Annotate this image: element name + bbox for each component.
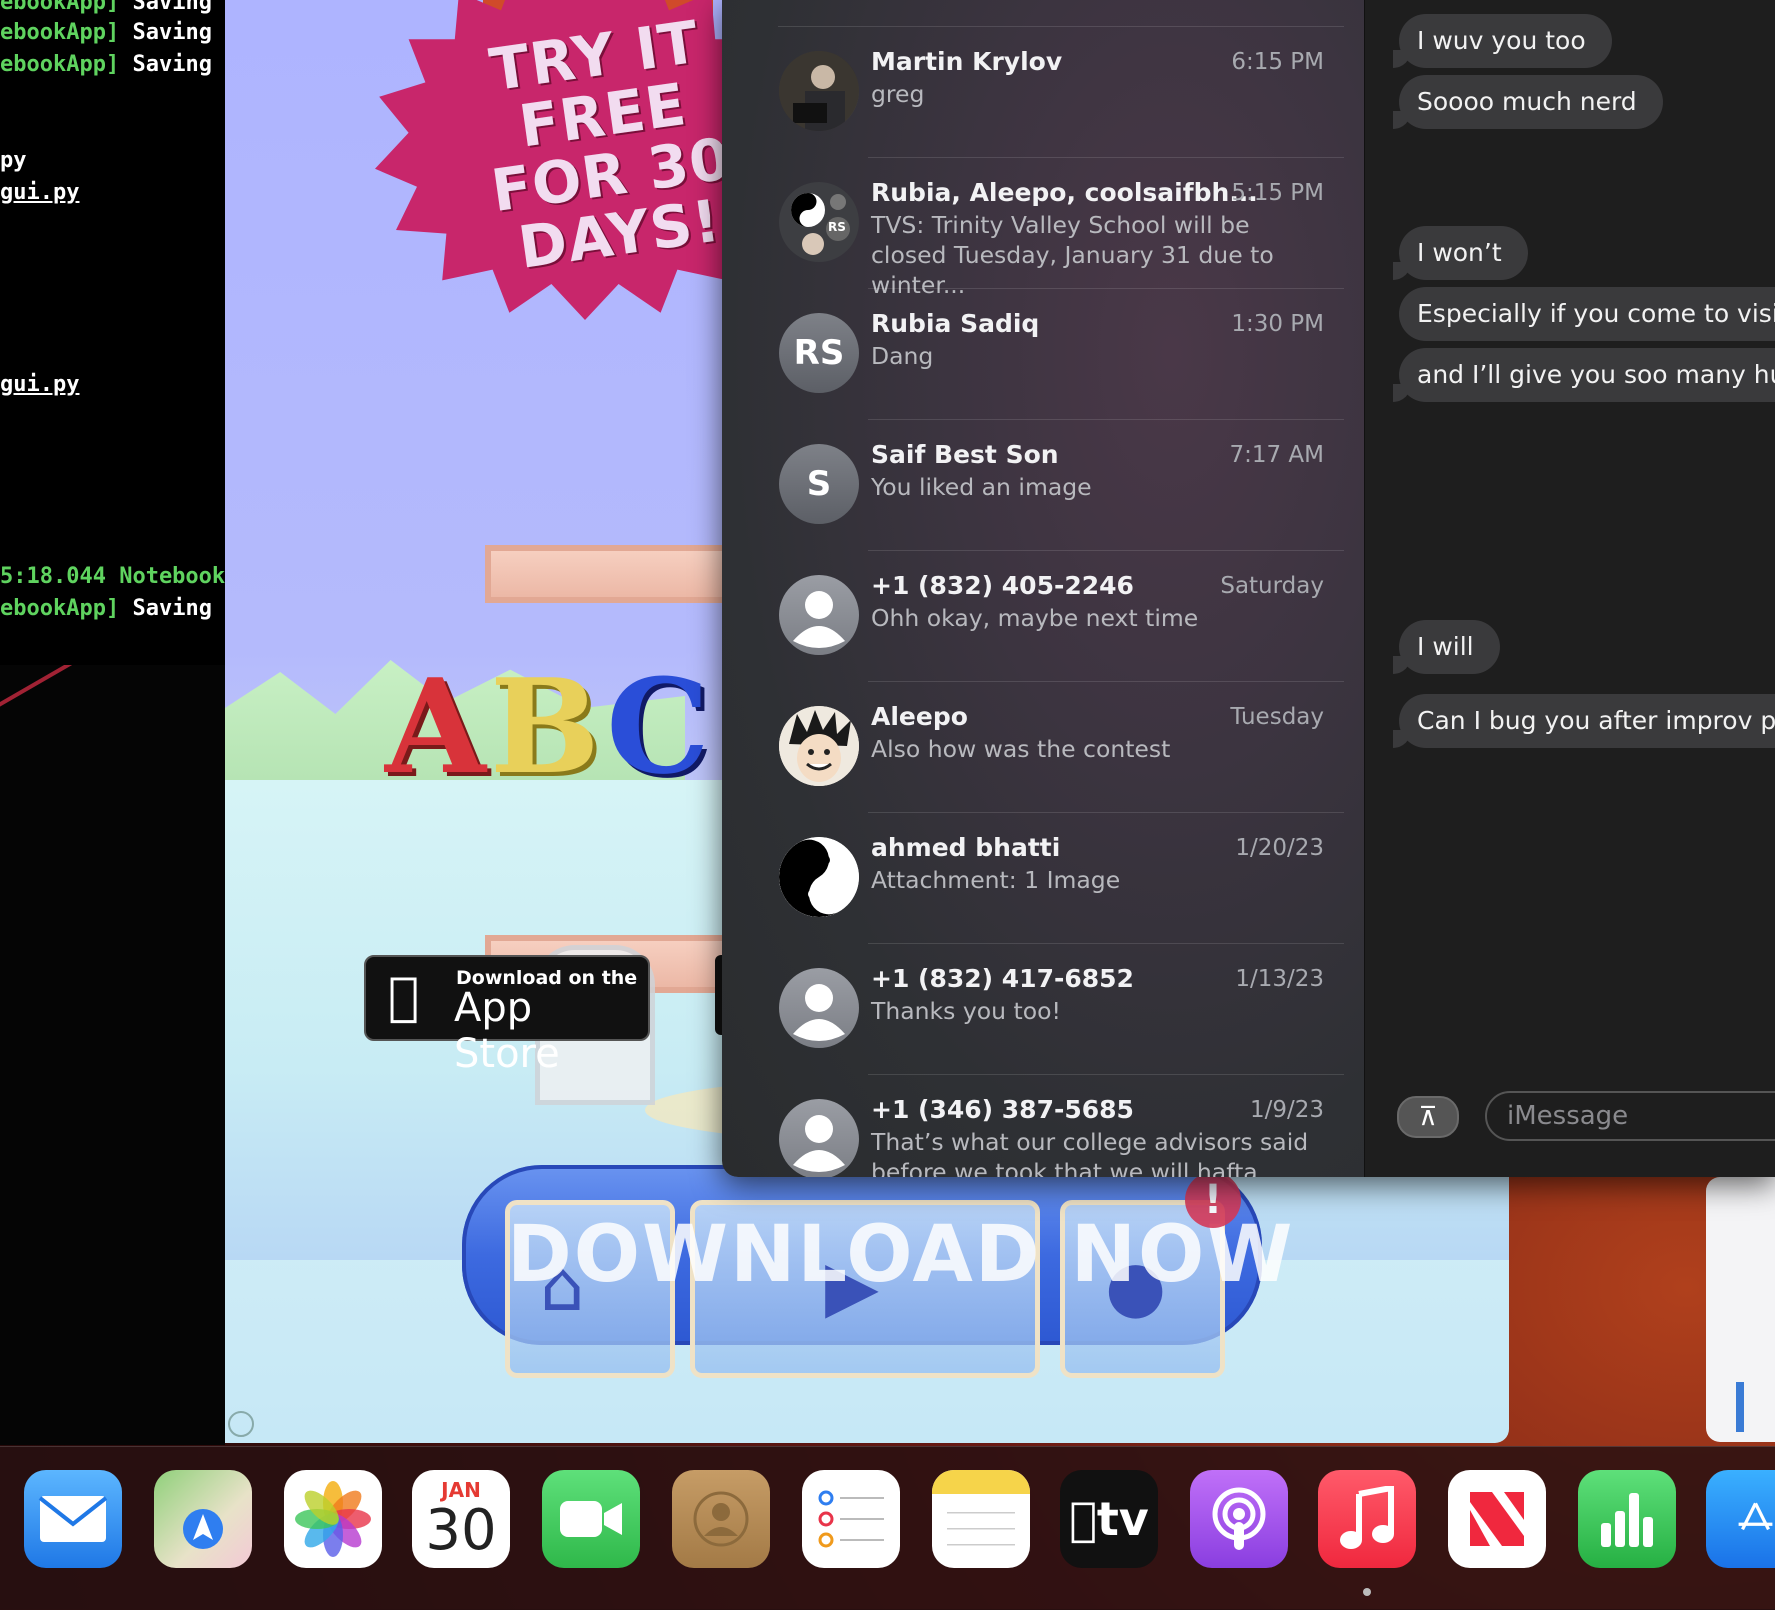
- imessage-input[interactable]: [1485, 1091, 1775, 1141]
- conversation-name: Rubia Sadiq: [871, 309, 1040, 338]
- yin-yang-avatar: [779, 837, 859, 917]
- conversation-time: 5:15 PM: [1231, 180, 1324, 206]
- conversation-item[interactable]: +1 (832) 417-6852 1/13/23 Thanks you too…: [722, 944, 1364, 1075]
- message-bubble[interactable]: and I’ll give you soo many hug: [1392, 348, 1775, 402]
- conversation-preview: You liked an image: [871, 473, 1092, 501]
- conversation-preview: Also how was the contest: [871, 735, 1171, 763]
- messages-window[interactable]: Martin Krylov 6:15 PM greg RS Rubia, Ale…: [722, 0, 1775, 1177]
- numbers-icon[interactable]: [1578, 1470, 1676, 1568]
- message-bubble[interactable]: Especially if you come to visit: [1399, 287, 1775, 341]
- badge-big-text: App Store: [454, 985, 560, 1077]
- conversation-item[interactable]: +1 (346) 387-5685 1/9/23 That’s what our…: [722, 1075, 1364, 1177]
- conversation-name: Saif Best Son: [871, 440, 1059, 469]
- podcasts-icon[interactable]: [1190, 1470, 1288, 1568]
- conversation-preview: Attachment: 1 Image: [871, 866, 1121, 894]
- terminal-line: py: [0, 148, 27, 173]
- conversation-item[interactable]: Aleepo Tuesday Also how was the contest: [722, 682, 1364, 813]
- conversation-name: ahmed bhatti: [871, 833, 1061, 862]
- reminders-icon[interactable]: [802, 1470, 900, 1568]
- terminal-window[interactable]: ebookApp] Saving ebookApp] Saving ebookA…: [0, 0, 225, 665]
- terminal-line: ebookApp] Saving: [0, 52, 212, 77]
- terminal-line: gui.py: [0, 372, 80, 397]
- conversation-preview: greg: [871, 80, 925, 108]
- conversation-time: 7:17 AM: [1229, 442, 1324, 468]
- conversation-item[interactable]: Martin Krylov 6:15 PM greg: [722, 27, 1364, 158]
- conversation-name: Martin Krylov: [871, 47, 1063, 76]
- app-store-icon[interactable]: ⊼: [1397, 1096, 1459, 1138]
- message-bubble[interactable]: I wuv you too: [1393, 14, 1612, 68]
- music-icon[interactable]: [1318, 1470, 1416, 1568]
- app-store-icon[interactable]: [1706, 1470, 1775, 1568]
- conversation-time: Saturday: [1220, 573, 1324, 599]
- mail-icon[interactable]: [24, 1470, 122, 1568]
- conversation-preview: Thanks you too!: [871, 997, 1061, 1025]
- conversation-time: 6:15 PM: [1231, 49, 1324, 75]
- music-running-indicator: [1363, 1588, 1371, 1596]
- conversation-preview: Dang: [871, 342, 934, 370]
- message-bubble[interactable]: I won’t: [1393, 226, 1528, 280]
- app-store-badge[interactable]:  Download on the App Store: [364, 955, 650, 1077]
- tv-icon[interactable]: tv: [1060, 1470, 1158, 1568]
- terminal-line: gui.py: [0, 180, 80, 205]
- tv-label: tv: [1069, 1492, 1149, 1546]
- contact-photo-avatar: [779, 51, 859, 131]
- message-bubble[interactable]: I will: [1393, 620, 1500, 674]
- chat-pane[interactable]: I wuv you too Soooo much nerd I won’t Es…: [1364, 0, 1775, 1177]
- terminal-line: ebookApp] Saving: [0, 20, 212, 45]
- conversation-item[interactable]: RS Rubia Sadiq 1:30 PM Dang: [722, 289, 1364, 420]
- person-icon: [779, 968, 859, 1048]
- maps-icon[interactable]: [154, 1470, 252, 1568]
- conversation-time: 1/13/23: [1235, 966, 1324, 992]
- abc-logo: ABC: [385, 650, 714, 803]
- person-icon: [779, 575, 859, 655]
- ad-info-icon[interactable]: [228, 1411, 254, 1437]
- anime-avatar: [779, 706, 859, 786]
- contacts-icon[interactable]: [672, 1470, 770, 1568]
- apple-logo-icon: : [388, 969, 419, 1025]
- notes-icon[interactable]: [932, 1470, 1030, 1568]
- terminal-lower-pane: [0, 665, 225, 1445]
- dock: JAN 30 tv: [0, 1446, 1775, 1610]
- conversation-time: 1:30 PM: [1231, 311, 1324, 337]
- group-avatar: RS: [779, 182, 859, 262]
- download-now-label: DOWNLOAD NOW: [507, 1210, 1295, 1300]
- conversation-name: +1 (346) 387-5685: [871, 1095, 1134, 1124]
- conversation-item[interactable]: +1 (832) 405-2246 Saturday Ohh okay, may…: [722, 551, 1364, 682]
- message-bubble[interactable]: Soooo much nerd: [1393, 75, 1663, 129]
- conversation-time: 1/9/23: [1249, 1097, 1324, 1123]
- initials-avatar: RS: [779, 313, 859, 393]
- conversation-name: Rubia, Aleepo, coolsaifbh...: [871, 178, 1258, 207]
- conversation-name: +1 (832) 405-2246: [871, 571, 1134, 600]
- person-icon: [779, 1099, 859, 1177]
- conversation-list[interactable]: Martin Krylov 6:15 PM greg RS Rubia, Ale…: [722, 0, 1364, 1177]
- terminal-line: 5:18.044 Notebook: [0, 564, 225, 589]
- initials-avatar: S: [779, 444, 859, 524]
- conversation-time: 1/20/23: [1235, 835, 1324, 861]
- facetime-icon[interactable]: [542, 1470, 640, 1568]
- conversation-preview: TVS: Trinity Valley School will be close…: [871, 211, 1274, 299]
- conversation-name: +1 (832) 417-6852: [871, 964, 1134, 993]
- conversation-preview: Ohh okay, maybe next time: [871, 604, 1199, 632]
- calendar-day: 30: [425, 1498, 497, 1563]
- photos-icon[interactable]: [284, 1470, 382, 1568]
- terminal-line: ebookApp] Saving: [0, 0, 212, 15]
- background-window[interactable]: [1706, 1177, 1775, 1442]
- message-bubble[interactable]: Can I bug you after improv ple: [1393, 694, 1775, 748]
- terminal-line: ebookApp] Saving: [0, 596, 212, 621]
- conversation-item[interactable]: RS Rubia, Aleepo, coolsaifbh... 5:15 PM …: [722, 158, 1364, 299]
- conversation-preview: That’s what our college advisors said be…: [871, 1128, 1309, 1177]
- calendar-icon[interactable]: JAN 30: [412, 1470, 510, 1568]
- news-icon[interactable]: [1448, 1470, 1546, 1568]
- conversation-item[interactable]: S Saif Best Son 7:17 AM You liked an ima…: [722, 420, 1364, 551]
- group-avatar-initials: RS: [828, 220, 846, 234]
- alert-badge: !: [1185, 1172, 1241, 1228]
- conversation-name: Aleepo: [871, 702, 968, 731]
- conversation-item[interactable]: ahmed bhatti 1/20/23 Attachment: 1 Image: [722, 813, 1364, 944]
- conversation-time: Tuesday: [1230, 704, 1324, 730]
